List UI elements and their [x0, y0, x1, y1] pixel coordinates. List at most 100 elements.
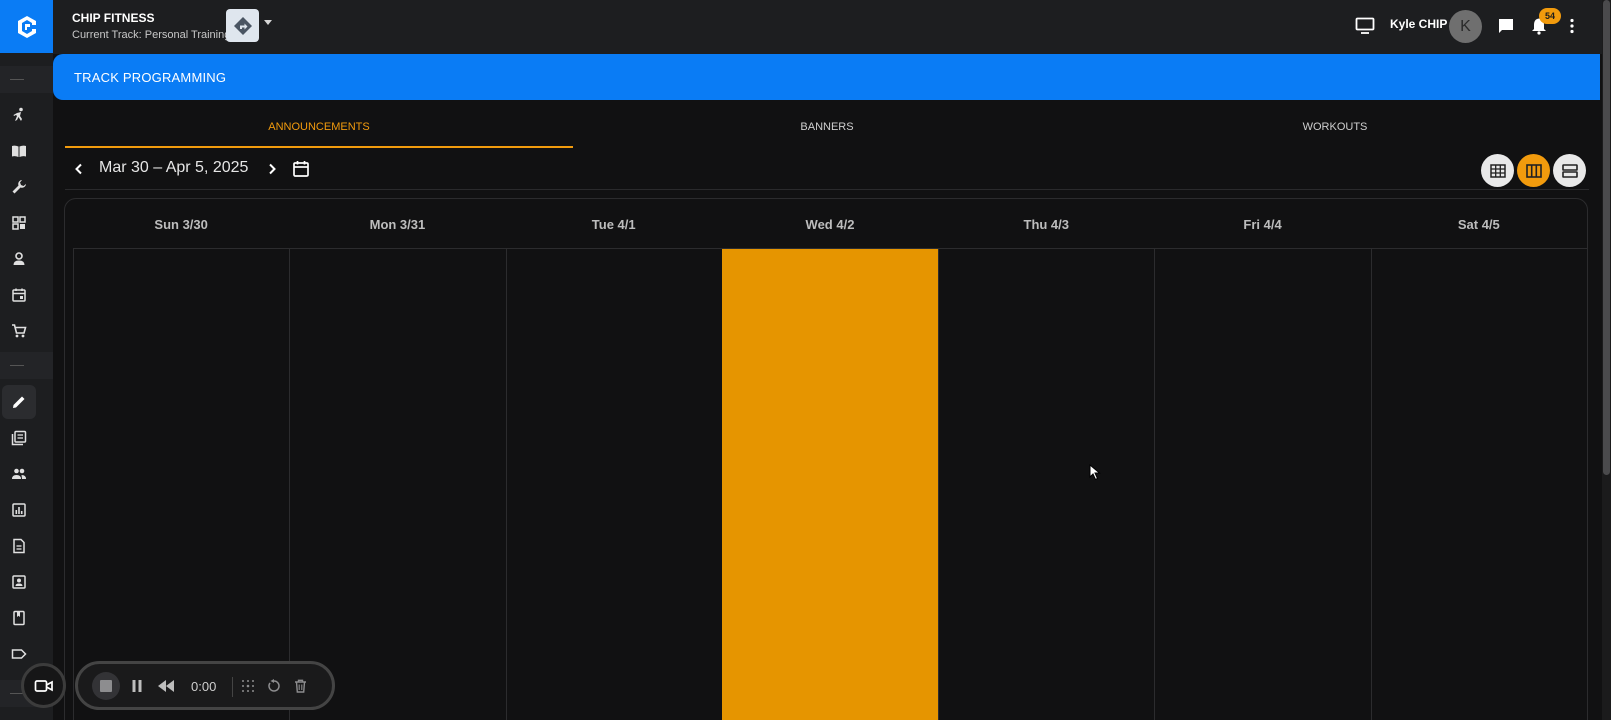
page-banner: TRACK PROGRAMMING — [53, 54, 1600, 100]
cart-icon — [12, 324, 27, 338]
sidebar-item-reports[interactable] — [2, 493, 36, 527]
screen-recorder-bar: 0:00 — [75, 661, 335, 710]
date-navigation: Mar 30 – Apr 5, 2025 — [65, 154, 1589, 187]
day-column-sun[interactable] — [73, 249, 289, 720]
label-icon — [11, 649, 27, 659]
delete-recording-button[interactable] — [288, 674, 312, 698]
chat-icon — [1499, 19, 1513, 33]
more-vertical-icon — [1570, 18, 1574, 34]
sidebar-item-calendar[interactable] — [2, 278, 36, 312]
day-header-sun: Sun 3/30 — [154, 216, 208, 232]
tab-bar: ANNOUNCEMENTS BANNERS WORKOUTS — [65, 112, 1589, 148]
running-icon — [13, 107, 23, 121]
calendar-event-icon — [12, 288, 26, 302]
week-calendar: Sun 3/30 Mon 3/31 Tue 4/1 Wed 4/2 Thu 4/… — [64, 198, 1588, 720]
sidebar-item-dashboard[interactable] — [2, 206, 36, 240]
org-name: CHIP FITNESS — [72, 11, 155, 25]
tab-banners[interactable]: BANNERS — [573, 112, 1081, 148]
sidebar-item-library[interactable] — [2, 134, 36, 168]
sidebar-item-groups[interactable] — [2, 457, 36, 491]
rewind-button[interactable] — [154, 674, 178, 698]
recorder-divider — [232, 677, 233, 697]
sidebar-item-documents[interactable] — [2, 529, 36, 563]
trash-icon — [294, 679, 306, 693]
app-logo[interactable] — [0, 0, 53, 53]
book-icon — [12, 145, 26, 157]
more-menu-button[interactable] — [1560, 14, 1584, 38]
monitor-icon — [1355, 17, 1375, 34]
sidebar-item-members[interactable] — [2, 242, 36, 276]
sidebar-item-store[interactable] — [2, 314, 36, 348]
display-mode-button[interactable] — [1353, 14, 1377, 38]
sidebar-item-bookmarks[interactable] — [2, 601, 36, 635]
pause-icon — [132, 680, 142, 692]
day-header-mon: Mon 3/31 — [369, 216, 426, 232]
directions-icon — [233, 16, 252, 35]
sidebar-item-contacts[interactable] — [2, 565, 36, 599]
avatar[interactable]: K — [1449, 10, 1482, 43]
day-column-thu[interactable] — [938, 249, 1154, 720]
list-view-button[interactable] — [1553, 154, 1586, 187]
page-scrollbar-thumb[interactable] — [1603, 0, 1610, 475]
track-switch-button[interactable] — [226, 9, 259, 42]
day-column-sat[interactable] — [1370, 249, 1587, 720]
recording-timer: 0:00 — [191, 679, 217, 694]
app-root: CHIP FITNESS Current Track: Personal Tra… — [0, 0, 1611, 720]
grid-dashboard-icon — [12, 216, 26, 230]
day-header-wed: Wed 4/2 — [805, 216, 855, 232]
day-column-mon[interactable] — [289, 249, 505, 720]
month-view-button[interactable] — [1481, 154, 1514, 187]
bookmark-book-icon — [13, 610, 25, 626]
people-icon — [12, 468, 26, 479]
day-column-tue[interactable] — [505, 249, 722, 720]
page-title: TRACK PROGRAMMING — [74, 70, 227, 85]
next-week-button[interactable] — [261, 158, 283, 180]
columns-view-icon — [1525, 163, 1542, 178]
sidebar-section-divider — [0, 352, 53, 379]
sidebar-item-collections[interactable] — [2, 421, 36, 455]
tab-workouts[interactable]: WORKOUTS — [1081, 112, 1589, 148]
sidebar-section-divider — [0, 66, 53, 93]
calendar-icon — [293, 161, 309, 177]
track-dropdown-caret[interactable] — [264, 20, 272, 25]
sidebar-item-tools[interactable] — [2, 170, 36, 204]
restart-recording-button[interactable] — [262, 674, 286, 698]
current-track-label: Current Track: Personal Training — [72, 29, 231, 41]
camera-toggle-button[interactable] — [21, 663, 66, 708]
sidebar — [0, 0, 53, 720]
sidebar-item-programming[interactable] — [2, 385, 36, 419]
day-column-wed-today[interactable] — [721, 249, 939, 720]
week-view-button[interactable] — [1517, 154, 1550, 187]
org-info: CHIP FITNESS Current Track: Personal Tra… — [72, 11, 230, 41]
sidebar-item-activity[interactable] — [2, 98, 36, 132]
rows-view-icon — [1561, 163, 1578, 178]
grid-view-icon — [1489, 163, 1506, 178]
video-camera-icon — [34, 679, 53, 692]
chevron-right-icon — [269, 163, 276, 175]
date-range-label: Mar 30 – Apr 5, 2025 — [99, 159, 249, 176]
date-picker-button[interactable] — [289, 158, 313, 180]
contact-card-icon — [12, 575, 26, 589]
stop-recording-button[interactable] — [92, 672, 120, 700]
day-column-fri[interactable] — [1154, 249, 1370, 720]
blur-toggle-button[interactable] — [236, 674, 260, 698]
restart-icon — [268, 679, 280, 692]
document-icon — [13, 538, 25, 554]
messages-button[interactable] — [1494, 14, 1518, 38]
user-name[interactable]: Kyle CHIP — [1390, 17, 1447, 31]
pause-recording-button[interactable] — [125, 674, 149, 698]
day-header-tue: Tue 4/1 — [591, 216, 636, 232]
logo-icon — [17, 15, 36, 38]
day-columns — [73, 249, 1587, 720]
stop-icon — [100, 680, 112, 692]
day-header-fri: Fri 4/4 — [1243, 216, 1282, 232]
dots-grid-icon — [242, 680, 254, 692]
bar-chart-icon — [12, 503, 26, 517]
previous-week-button[interactable] — [68, 158, 90, 180]
day-header-row: Sun 3/30 Mon 3/31 Tue 4/1 Wed 4/2 Thu 4/… — [73, 199, 1587, 249]
pencil-icon — [13, 396, 25, 408]
rewind-icon — [158, 680, 174, 692]
mouse-cursor — [1089, 463, 1101, 486]
library-stack-icon — [11, 430, 27, 446]
tab-announcements[interactable]: ANNOUNCEMENTS — [65, 112, 573, 148]
